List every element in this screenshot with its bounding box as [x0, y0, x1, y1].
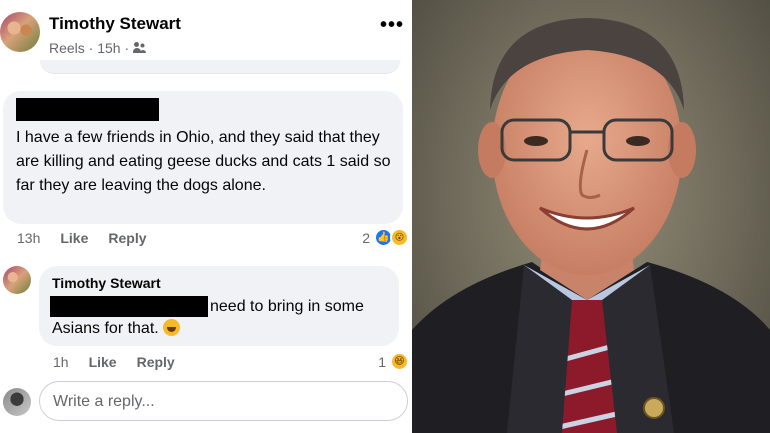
comment-actions: 13h Like Reply — [17, 230, 167, 246]
reply-bubble: Timothy Stewart need to bring in some As… — [39, 266, 399, 346]
redacted-commenter-name — [16, 98, 159, 121]
current-user-avatar — [3, 388, 31, 416]
reply-reaction-count: 1 — [378, 353, 386, 370]
like-button[interactable]: Like — [60, 230, 88, 246]
reply-button[interactable]: Reply — [108, 230, 146, 246]
reply-input[interactable]: Write a reply... — [39, 381, 408, 421]
comment-bubble: I have a few friends in Ohio, and they s… — [3, 91, 403, 224]
previous-content-edge — [40, 60, 400, 74]
redacted-mention — [50, 296, 208, 317]
reply-text-line2-text: Asians for that. — [52, 320, 159, 337]
post-meta-text: Reels · 15h · — [49, 40, 130, 56]
reply-like-button[interactable]: Like — [89, 354, 117, 370]
more-options-button[interactable]: ••• — [380, 15, 404, 35]
reply-time[interactable]: 1h — [53, 354, 69, 370]
comment-text: I have a few friends in Ohio, and they s… — [16, 129, 391, 194]
post-header: Timothy Stewart Reels · 15h · ••• — [0, 6, 410, 64]
facebook-comment-panel: Timothy Stewart Reels · 15h · ••• I have… — [0, 0, 410, 433]
reaction-count: 2 — [362, 229, 370, 246]
poster-avatar[interactable] — [0, 12, 40, 52]
reply-author-avatar[interactable] — [3, 266, 31, 294]
wow-reaction-icon: 😮 — [390, 228, 409, 247]
comment-time[interactable]: 13h — [17, 230, 40, 246]
portrait-illustration — [412, 18, 770, 433]
post-meta: Reels · 15h · — [49, 40, 147, 56]
comment-reactions[interactable]: 2 👍 😮 — [362, 228, 409, 247]
reply-actions: 1h Like Reply — [53, 354, 195, 370]
reply-reply-button[interactable]: Reply — [137, 354, 175, 370]
reply-text-line1: need to bring in some — [210, 298, 364, 315]
haha-reaction-icon: 😆 — [390, 352, 409, 371]
portrait-photo — [412, 0, 770, 433]
reply-text-line2: Asians for that. — [52, 319, 180, 339]
friends-icon — [133, 42, 147, 54]
poster-name[interactable]: Timothy Stewart — [49, 14, 181, 34]
laughing-emoji-icon — [162, 319, 180, 336]
reply-author-name[interactable]: Timothy Stewart — [52, 275, 161, 291]
reply-input-placeholder: Write a reply... — [53, 393, 155, 410]
reply-reactions[interactable]: 1 😆 — [378, 352, 409, 371]
